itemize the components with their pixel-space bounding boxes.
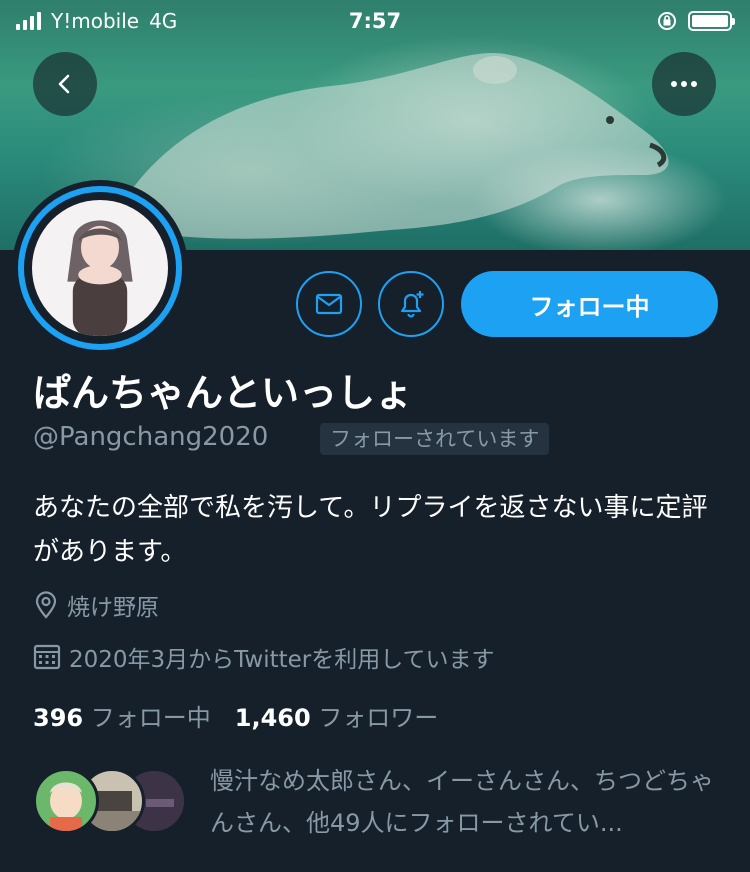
user-handle: @Pangchang2020	[33, 422, 269, 452]
profile-bio: あなたの全部で私を汚して。リプライを返さない事に定評があります。	[33, 493, 708, 567]
follows-you-badge: フォローされています	[320, 423, 550, 455]
following-link[interactable]: 396 フォロー中	[33, 698, 211, 733]
clock: 7:57	[348, 9, 402, 33]
location-text: 焼け野原	[67, 595, 159, 621]
more-options-button[interactable]	[652, 52, 716, 116]
following-count: 396	[33, 704, 84, 732]
profile-avatar[interactable]	[12, 180, 188, 356]
rotation-lock-icon	[658, 12, 676, 30]
notifications-button[interactable]	[378, 271, 444, 337]
following-button[interactable]: フォロー中	[461, 271, 718, 337]
follow-stats: 396 フォロー中 1,460 フォロワー	[33, 698, 438, 733]
profile-join-date: 2020年3月からTwitterを利用しています	[33, 640, 495, 674]
bell-plus-icon	[400, 291, 424, 318]
followed-by-text[interactable]: 慢汁なめ太郎さん、イーさんさん、ちつどちゃんさん、他49人にフォローされてい..…	[210, 760, 720, 844]
followers-count: 1,460	[234, 704, 311, 732]
chevron-left-icon	[58, 74, 70, 94]
fleet-ring	[18, 186, 182, 350]
mutual-avatar	[33, 768, 99, 834]
followers-link[interactable]: 1,460 フォロワー	[235, 698, 439, 733]
polar-bear-image	[110, 52, 669, 239]
message-button[interactable]	[296, 271, 362, 337]
display-name: ぱんちゃんといっしょ	[33, 371, 414, 415]
back-button[interactable]	[33, 52, 97, 116]
join-date-text: 2020年3月からTwitterを利用しています	[69, 647, 495, 673]
following-label: フォロー中	[90, 704, 211, 732]
more-dots-icon	[671, 81, 697, 87]
profile-location: 焼け野原	[33, 588, 159, 622]
avatar-image	[32, 200, 168, 336]
battery-icon	[688, 11, 735, 31]
location-pin-icon	[35, 591, 57, 619]
mail-icon	[315, 293, 343, 315]
followers-label: フォロワー	[318, 704, 439, 732]
status-bar: Y!mobile 4G 7:57	[0, 0, 750, 44]
calendar-icon	[33, 644, 61, 670]
